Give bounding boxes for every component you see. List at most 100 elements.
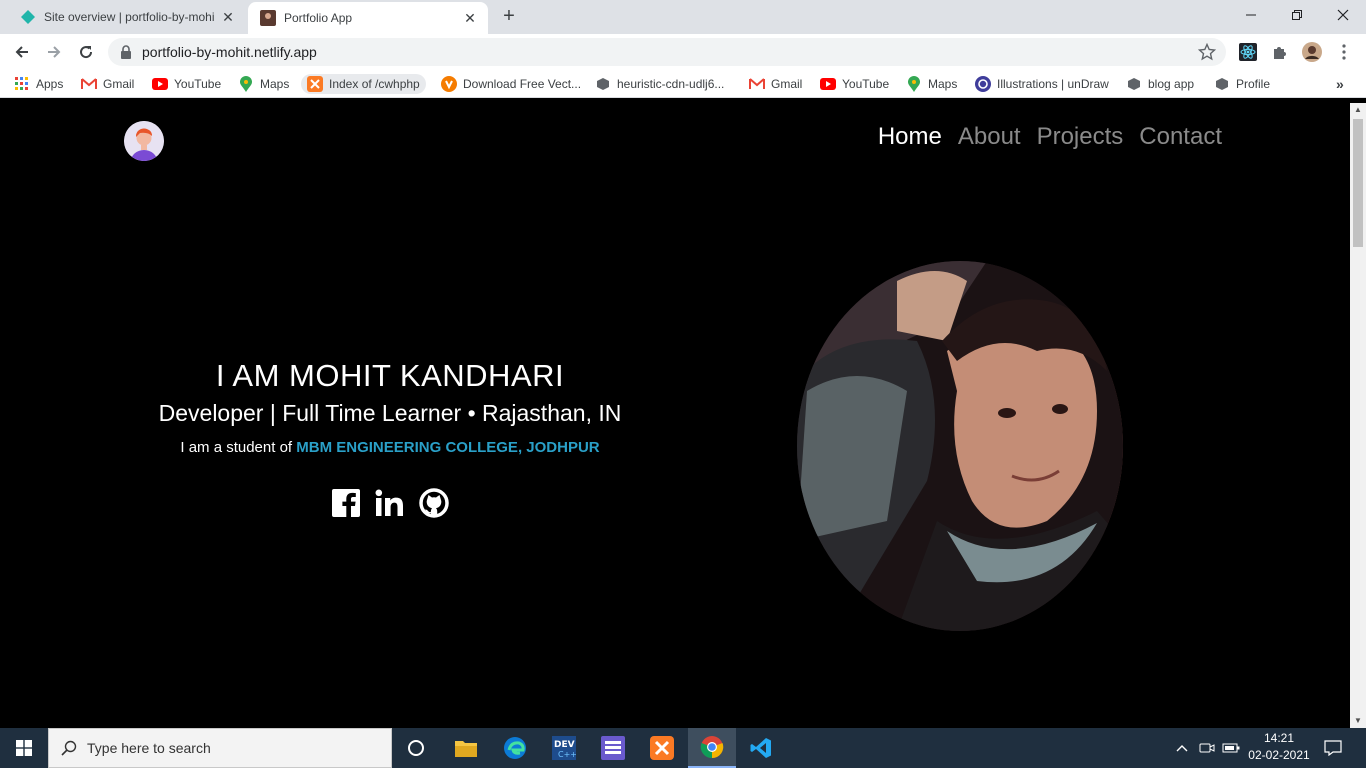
- social-links: [120, 488, 660, 518]
- bookmark-label: Download Free Vect...: [463, 77, 582, 91]
- bookmark-youtube[interactable]: YouTube: [152, 74, 221, 94]
- github-icon[interactable]: [419, 488, 449, 518]
- youtube-icon: [820, 76, 836, 92]
- bookmark-label: Maps: [928, 77, 958, 91]
- restore-icon[interactable]: [1274, 0, 1320, 30]
- windows-taskbar: Type here to search DEV C++ 14:21 02-02-2…: [0, 728, 1366, 768]
- site-logo-avatar[interactable]: [124, 121, 164, 161]
- gmail-icon: [749, 76, 765, 92]
- tab-portfolio-app[interactable]: Portfolio App ✕: [248, 2, 488, 34]
- meet-now-icon[interactable]: [1196, 728, 1218, 768]
- cortana-button[interactable]: [392, 728, 440, 768]
- scrollbar-thumb[interactable]: [1353, 119, 1363, 247]
- dev-icon: DEVC++: [552, 736, 576, 760]
- tab-title: Site overview | portfolio-by-mohi: [44, 10, 215, 24]
- folder-icon: [455, 741, 477, 757]
- scroll-down-icon[interactable]: ▼: [1350, 714, 1366, 728]
- bookmark-youtube-2[interactable]: YouTube: [820, 74, 889, 94]
- nav-about-link[interactable]: About: [958, 123, 1021, 151]
- bookmark-label: Illustrations | unDraw: [997, 77, 1109, 91]
- taskbar-vscode[interactable]: [737, 728, 785, 768]
- bookmark-label: YouTube: [842, 77, 890, 91]
- tab-close-icon[interactable]: ✕: [218, 9, 238, 26]
- taskbar-file-explorer[interactable]: [442, 728, 490, 768]
- scroll-up-icon[interactable]: ▲: [1350, 103, 1366, 117]
- database-icon: [601, 736, 625, 760]
- bookmark-label: Apps: [36, 77, 64, 91]
- notifications-icon[interactable]: [1318, 728, 1348, 768]
- college-link[interactable]: MBM ENGINEERING COLLEGE, JODHPUR: [296, 439, 599, 456]
- bookmark-profile[interactable]: Profile: [1214, 74, 1270, 94]
- vector-site-icon: [441, 76, 457, 92]
- more-menu-icon[interactable]: [1334, 42, 1354, 62]
- back-button[interactable]: [10, 40, 34, 64]
- bookmark-download-free-vectors[interactable]: Download Free Vect...: [441, 74, 581, 94]
- tray-chevron-up-icon[interactable]: [1172, 728, 1192, 768]
- bookmark-label: Gmail: [771, 77, 803, 91]
- maps-icon: [906, 76, 922, 92]
- vscode-icon: [750, 738, 771, 758]
- bookmark-undraw[interactable]: Illustrations | unDraw: [975, 74, 1109, 94]
- netlify-icon: [21, 10, 35, 24]
- windows-start-button[interactable]: [0, 728, 48, 768]
- bookmark-heuristic-cdn[interactable]: heuristic-cdn-udlj6...: [595, 74, 724, 94]
- tab-site-overview[interactable]: Site overview | portfolio-by-mohi ✕: [8, 0, 246, 34]
- bookmark-apps[interactable]: Apps: [14, 74, 63, 94]
- new-tab-button[interactable]: +: [498, 5, 520, 27]
- extensions-puzzle-icon[interactable]: [1270, 42, 1290, 62]
- taskbar-edge[interactable]: [491, 728, 539, 768]
- xampp-icon: [307, 76, 323, 92]
- hero-section: I AM MOHIT KANDHARI Developer | Full Tim…: [120, 358, 660, 518]
- bookmark-label: Maps: [260, 77, 290, 91]
- xampp-icon: [650, 736, 674, 760]
- nav-contact-link[interactable]: Contact: [1139, 123, 1222, 151]
- tab-title: Portfolio App: [284, 11, 353, 25]
- bookmark-maps[interactable]: Maps: [238, 74, 289, 94]
- hero-subtitle: Developer | Full Time Learner • Rajastha…: [158, 400, 622, 426]
- windows-logo-icon: [16, 740, 32, 756]
- lock-icon: [121, 45, 131, 59]
- close-window-icon[interactable]: [1320, 0, 1366, 30]
- address-bar[interactable]: portfolio-by-mohit.netlify.app: [108, 38, 1226, 66]
- apps-grid-icon: [14, 76, 30, 92]
- site-nav: Home About Projects Contact: [878, 123, 1222, 151]
- system-clock[interactable]: 14:21 02-02-2021: [1240, 730, 1318, 764]
- minimize-icon[interactable]: [1228, 0, 1274, 30]
- student-prefix: I am a student of: [180, 439, 293, 456]
- taskbar-search-box[interactable]: Type here to search: [48, 728, 392, 768]
- taskbar-dbms-app[interactable]: [589, 728, 637, 768]
- hero-name: I AM MOHIT KANDHARI: [215, 358, 565, 393]
- bookmark-label: Index of /cwhphp: [329, 77, 420, 91]
- react-devtools-icon[interactable]: [1238, 42, 1258, 62]
- forward-button[interactable]: [42, 40, 66, 64]
- clock-date: 02-02-2021: [1248, 748, 1310, 762]
- clock-time: 14:21: [1263, 731, 1295, 745]
- svg-text:DEV: DEV: [554, 740, 575, 750]
- svg-text:C++: C++: [558, 750, 576, 759]
- taskbar-xampp[interactable]: [638, 728, 686, 768]
- search-placeholder: Type here to search: [87, 740, 211, 756]
- profile-avatar[interactable]: [1302, 42, 1322, 62]
- maps-icon: [238, 76, 254, 92]
- bookmark-blog-app[interactable]: blog app: [1126, 74, 1194, 94]
- bookmark-star-icon[interactable]: [1198, 43, 1216, 61]
- page-scrollbar[interactable]: ▲ ▼: [1350, 103, 1366, 728]
- linkedin-icon[interactable]: [375, 488, 405, 518]
- taskbar-dev-cpp[interactable]: DEV C++: [540, 728, 588, 768]
- cube-icon: [1214, 76, 1230, 92]
- facebook-icon[interactable]: [331, 488, 361, 518]
- bookmarks-overflow-button[interactable]: »: [1336, 74, 1344, 94]
- bookmark-gmail-2[interactable]: Gmail: [749, 74, 802, 94]
- bookmark-index-cwhphp[interactable]: Index of /cwhphp: [301, 74, 426, 94]
- nav-projects-link[interactable]: Projects: [1037, 123, 1124, 151]
- cube-icon: [1126, 76, 1142, 92]
- bookmark-gmail[interactable]: Gmail: [81, 74, 134, 94]
- bookmark-maps-2[interactable]: Maps: [906, 74, 957, 94]
- reload-button[interactable]: [74, 40, 98, 64]
- gmail-icon: [81, 76, 97, 92]
- battery-icon[interactable]: [1220, 728, 1242, 768]
- bookmark-label: YouTube: [174, 77, 222, 91]
- taskbar-chrome[interactable]: [688, 728, 736, 768]
- tab-close-icon[interactable]: ✕: [460, 10, 480, 27]
- nav-home-link[interactable]: Home: [878, 123, 942, 151]
